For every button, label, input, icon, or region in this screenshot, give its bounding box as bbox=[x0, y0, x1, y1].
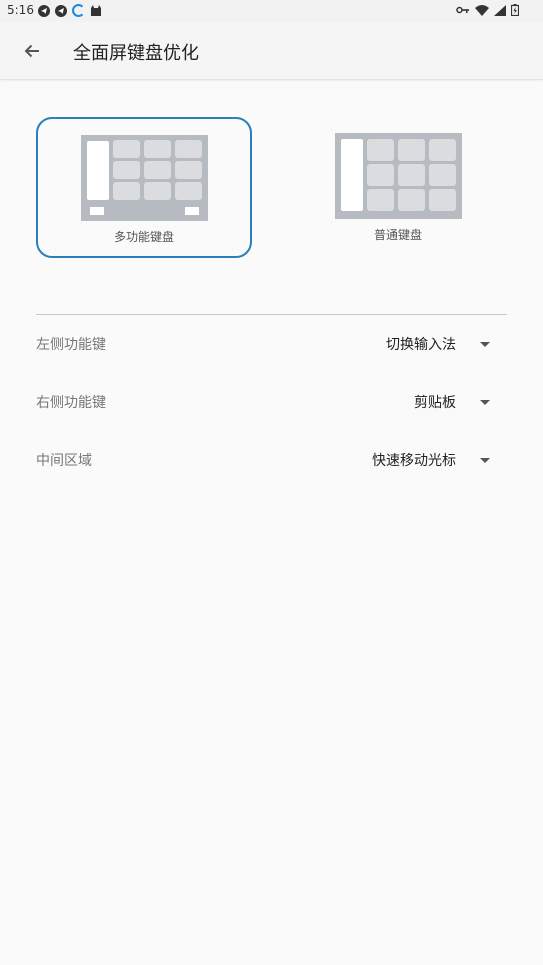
notification-icons bbox=[38, 4, 102, 17]
left-function-key bbox=[87, 141, 109, 200]
setting-value-dropdown[interactable]: 剪贴板 bbox=[414, 392, 456, 412]
setting-value-dropdown[interactable]: 快速移动光标 bbox=[372, 450, 456, 470]
left-function-key bbox=[341, 139, 363, 211]
setting-label: 左侧功能键 bbox=[36, 337, 106, 353]
wifi-icon bbox=[475, 4, 489, 16]
sync-icon bbox=[72, 4, 85, 17]
dropdown-arrow-icon[interactable] bbox=[480, 342, 490, 347]
multifunction-keyboard-option[interactable]: 多功能键盘 bbox=[36, 117, 252, 258]
page-title: 全面屏键盘优化 bbox=[73, 43, 199, 64]
dropdown-arrow-icon[interactable] bbox=[480, 458, 490, 463]
status-bar: 5:16 bbox=[0, 0, 543, 22]
signal-icon bbox=[494, 4, 506, 16]
normal-keyboard-preview bbox=[335, 133, 462, 219]
left-function-key-setting[interactable]: 左侧功能键 切换输入法 bbox=[36, 324, 507, 364]
dropdown-arrow-icon[interactable] bbox=[480, 400, 490, 405]
back-button[interactable] bbox=[16, 35, 48, 67]
telegram-icon bbox=[55, 4, 67, 17]
divider bbox=[36, 314, 507, 315]
arrow-left-icon bbox=[24, 44, 39, 58]
battery-icon bbox=[511, 4, 519, 16]
normal-keyboard-option[interactable]: 普通键盘 bbox=[290, 117, 506, 258]
setting-label: 中间区域 bbox=[36, 453, 92, 469]
bottom-left-key bbox=[90, 207, 104, 215]
multifunction-keyboard-preview bbox=[81, 135, 208, 221]
setting-value-dropdown[interactable]: 切换输入法 bbox=[386, 334, 456, 354]
status-time: 5:16 bbox=[7, 3, 34, 17]
bottom-right-key bbox=[185, 207, 199, 215]
telegram-icon bbox=[38, 4, 50, 17]
right-function-key-setting[interactable]: 右侧功能键 剪贴板 bbox=[36, 382, 507, 422]
middle-area-setting[interactable]: 中间区域 快速移动光标 bbox=[36, 440, 507, 480]
app-toolbar: 全面屏键盘优化 bbox=[0, 22, 543, 80]
vpn-key-icon bbox=[456, 6, 469, 14]
setting-label: 右侧功能键 bbox=[36, 395, 106, 411]
option-label: 多功能键盘 bbox=[113, 230, 174, 244]
cat-icon bbox=[91, 5, 101, 16]
option-label: 普通键盘 bbox=[373, 228, 422, 242]
system-icons bbox=[456, 4, 519, 16]
